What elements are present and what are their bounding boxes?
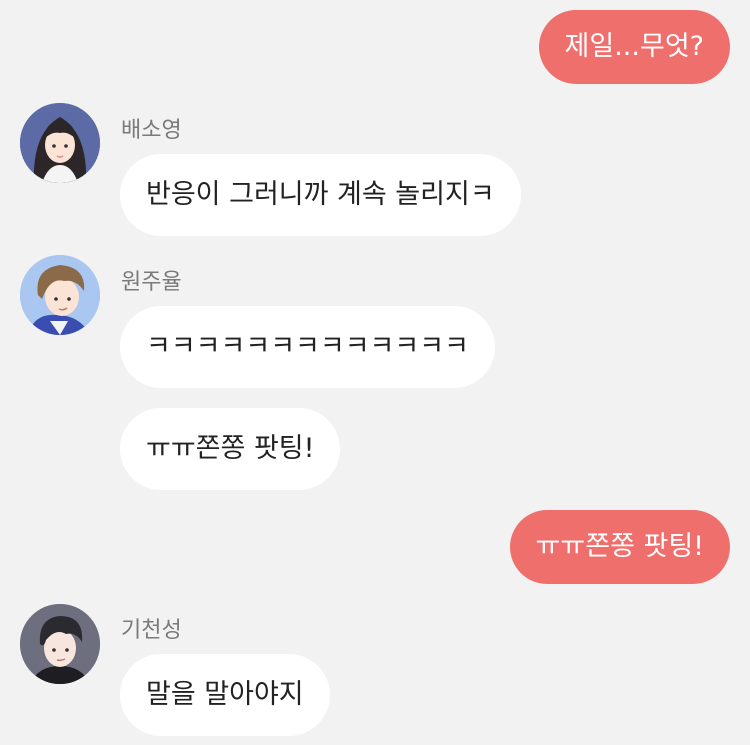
message-text: 말을 말아야지 [146,679,304,710]
message-text: ㅋㅋㅋㅋㅋㅋㅋㅋㅋㅋㅋㅋㅋ [146,331,469,362]
message-text: 제일...무엇? [564,31,704,62]
outgoing-message-bubble[interactable]: ㅠㅠ쫀쫑 팟팅! [509,510,730,584]
girl-portrait-avatar[interactable] [20,103,100,183]
incoming-message-bubble[interactable]: ㅋㅋㅋㅋㅋㅋㅋㅋㅋㅋㅋㅋㅋ [120,306,495,388]
message-text: 반응이 그러니까 계속 놀리지ㅋ [146,179,495,210]
incoming-message-bubble[interactable]: 말을 말아야지 [120,654,330,736]
dark-hair-boy-avatar[interactable] [20,604,100,684]
sender-name: 기천성 [121,618,182,643]
boy-portrait-avatar[interactable] [20,255,100,335]
sender-name: 원주율 [121,270,182,295]
incoming-message-bubble[interactable]: 반응이 그러니까 계속 놀리지ㅋ [120,154,521,236]
incoming-message-bubble[interactable]: ㅠㅠ쫀쫑 팟팅! [120,408,341,490]
outgoing-message-bubble[interactable]: 제일...무엇? [538,10,730,84]
sender-name: 배소영 [121,118,182,143]
message-text: ㅠㅠ쫀쫑 팟팅! [535,531,704,562]
message-text: ㅠㅠ쫀쫑 팟팅! [146,433,315,464]
